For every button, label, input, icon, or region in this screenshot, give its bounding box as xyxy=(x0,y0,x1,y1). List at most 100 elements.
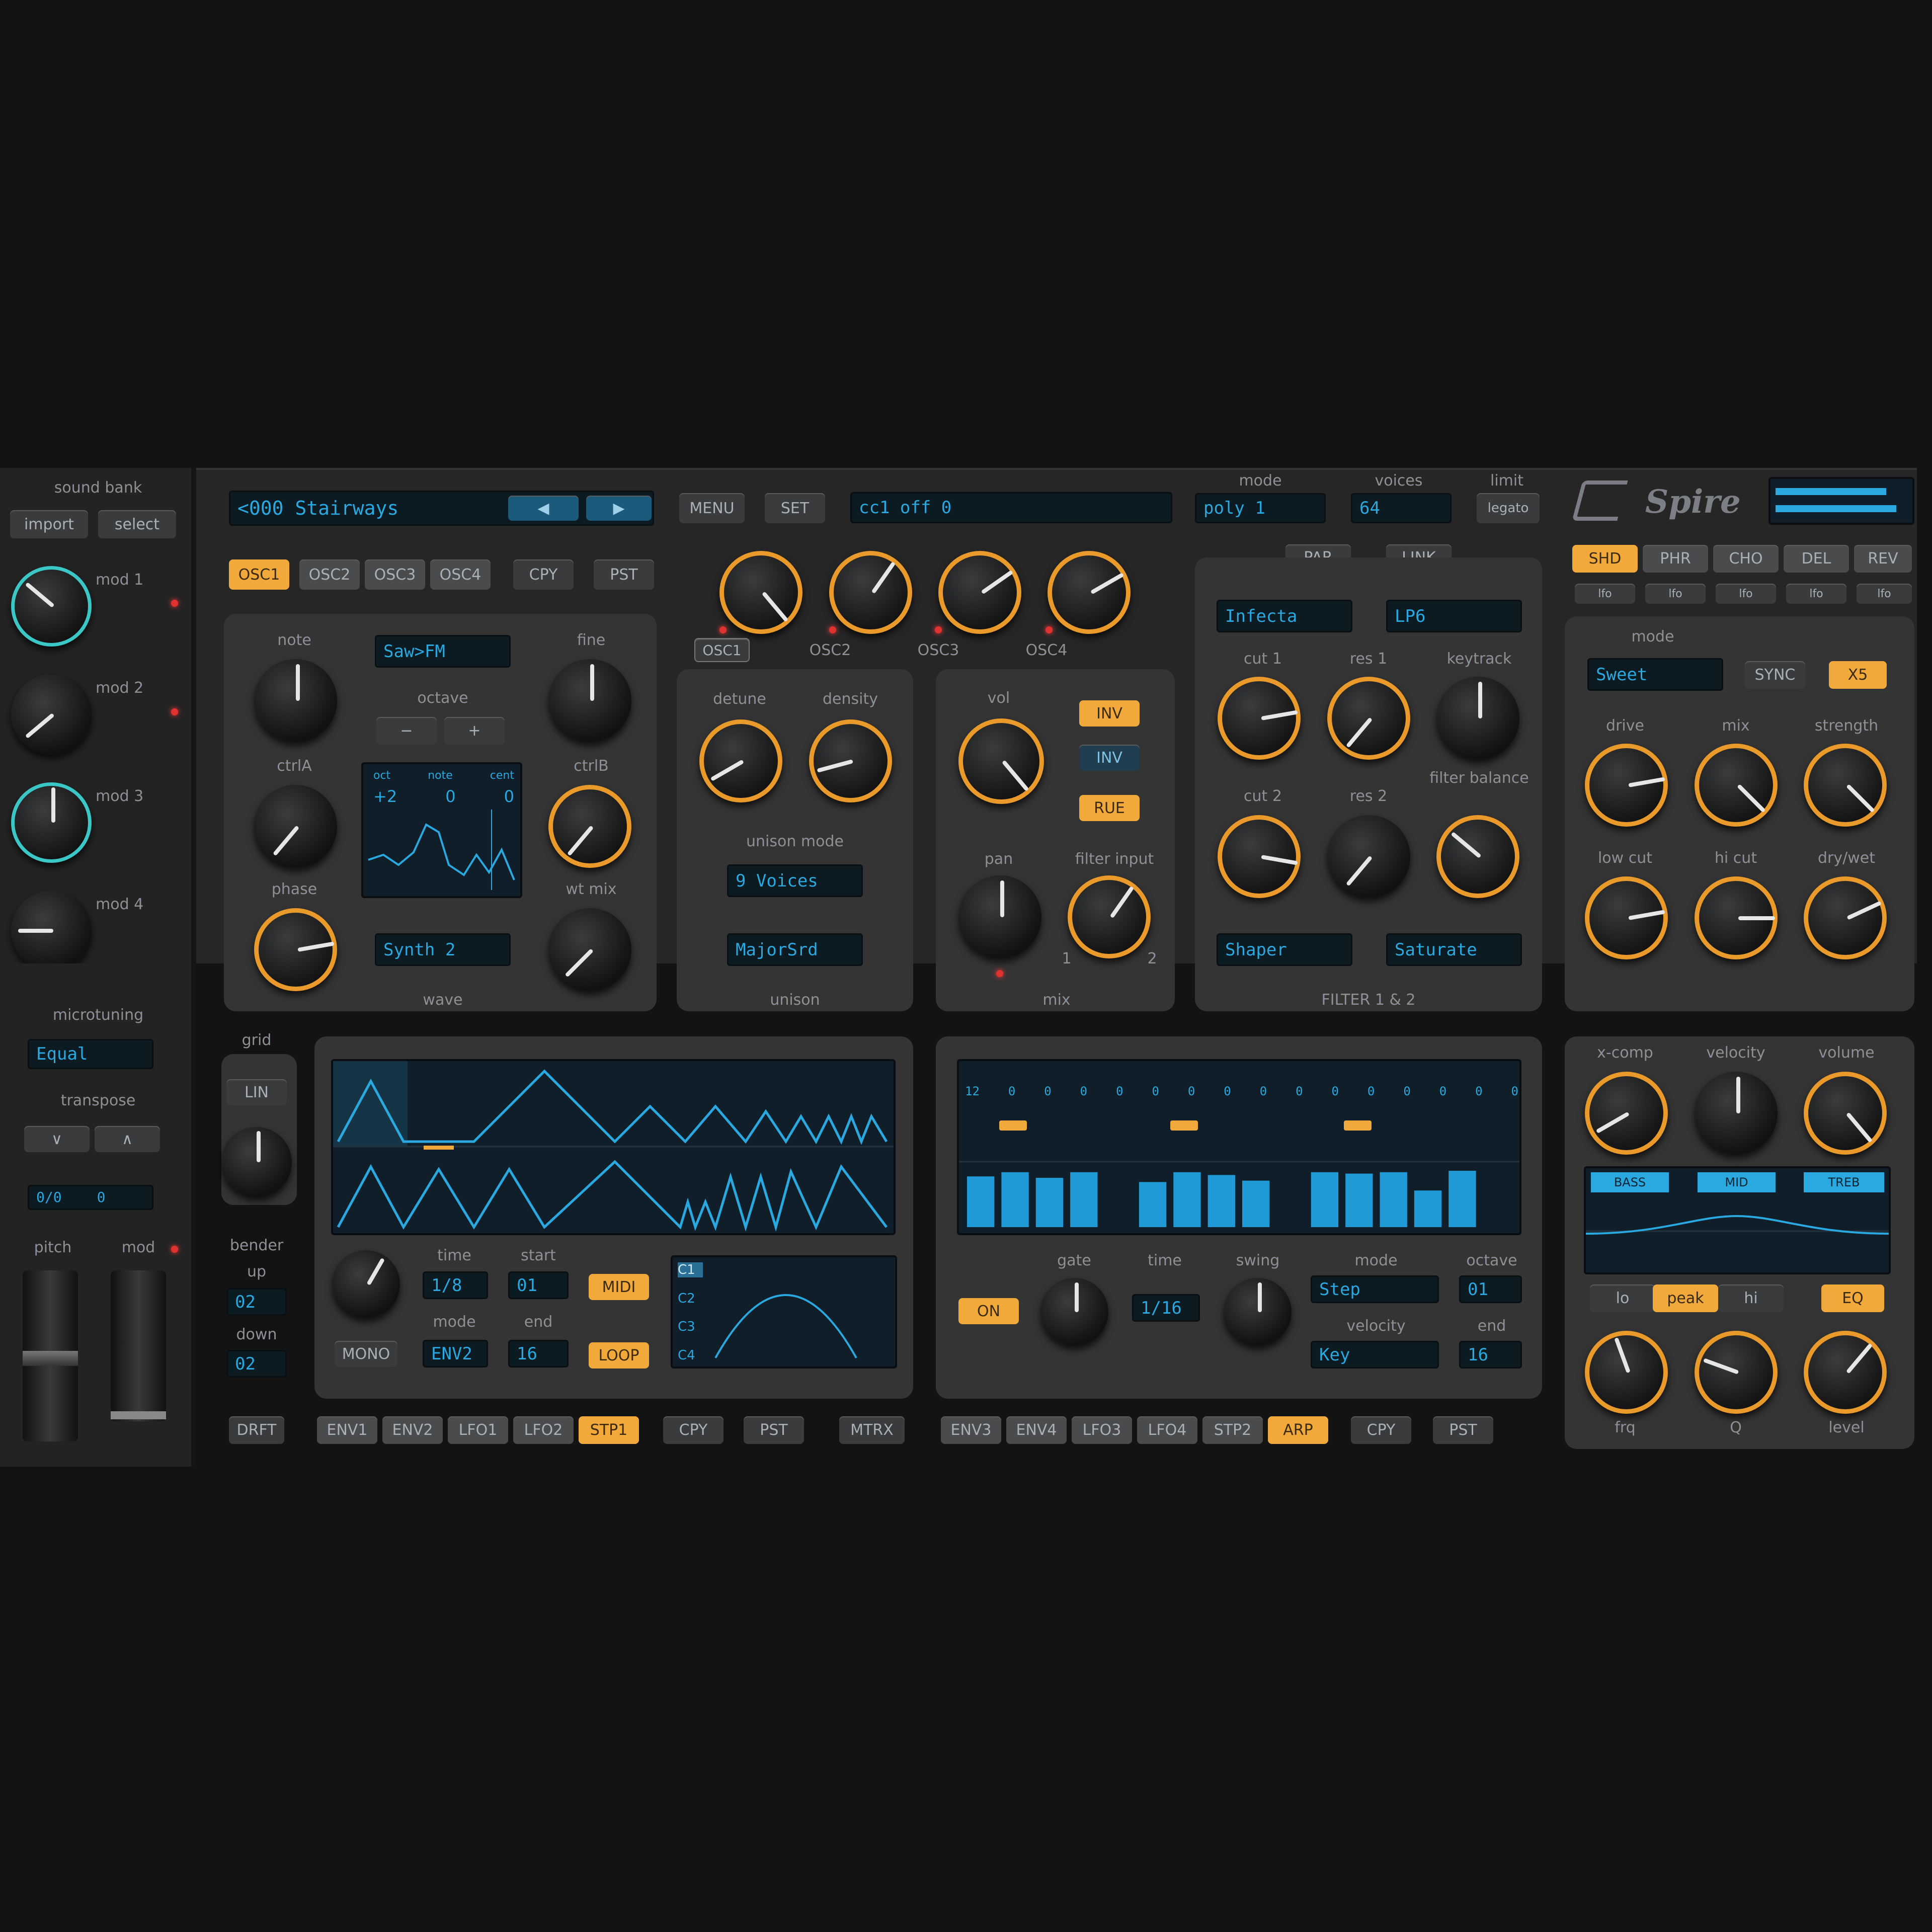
mod-wheel-handle[interactable] xyxy=(111,1411,166,1419)
tab-osc2[interactable]: OSC2 xyxy=(299,559,360,590)
import-button[interactable]: import xyxy=(10,510,88,538)
tab-lfo4[interactable]: LFO4 xyxy=(1137,1416,1197,1444)
fx-x5-button[interactable]: X5 xyxy=(1829,661,1887,689)
eq-level-knob[interactable] xyxy=(1804,1331,1887,1414)
arp-copy-button[interactable]: CPY xyxy=(1351,1416,1411,1444)
octave-down-button[interactable]: − xyxy=(376,717,437,745)
arp-step-bar[interactable] xyxy=(1242,1180,1270,1227)
fx-tab-del[interactable]: DEL xyxy=(1784,545,1849,573)
arp-on-button[interactable]: ON xyxy=(958,1298,1019,1324)
filter1-mode-display[interactable]: Shaper xyxy=(1217,933,1352,966)
midi-button[interactable]: MIDI xyxy=(589,1274,649,1300)
octave-up-button[interactable]: + xyxy=(444,717,505,745)
mod-4-knob[interactable] xyxy=(11,891,92,971)
pitch-wheel[interactable] xyxy=(23,1270,78,1441)
note-knob[interactable] xyxy=(254,659,337,742)
eq-lowshelf-button[interactable]: lo xyxy=(1590,1284,1655,1312)
volume-knob[interactable] xyxy=(1804,1072,1887,1155)
wt-mix-knob[interactable] xyxy=(548,908,631,991)
select-button[interactable]: select xyxy=(98,510,176,538)
osc2-level-knob[interactable] xyxy=(829,551,912,634)
tab-stp2[interactable]: STP2 xyxy=(1202,1416,1263,1444)
cut2-knob[interactable] xyxy=(1218,815,1301,898)
osc-copy-button[interactable]: CPY xyxy=(513,559,574,590)
osc1-enable-button[interactable]: OSC1 xyxy=(694,638,750,662)
fx-tab-rev[interactable]: REV xyxy=(1854,545,1912,573)
osc1-level-knob[interactable] xyxy=(719,551,802,634)
fx-sync-button[interactable]: SYNC xyxy=(1745,661,1805,689)
env-paste-button[interactable]: PST xyxy=(744,1416,804,1444)
fx-mode-display[interactable]: Sweet xyxy=(1587,658,1723,691)
arp-velocity-display[interactable]: Key xyxy=(1311,1341,1439,1369)
arp-step-bar[interactable] xyxy=(1345,1173,1373,1227)
preset-prev-button[interactable]: ◀ xyxy=(508,496,579,521)
arp-step-bar[interactable] xyxy=(1448,1171,1476,1227)
mode-display[interactable]: poly 1 xyxy=(1195,493,1326,523)
tab-stp1[interactable]: STP1 xyxy=(579,1416,639,1444)
unison-voices-display[interactable]: 9 Voices xyxy=(727,864,863,897)
env-end-display[interactable]: 16 xyxy=(508,1340,569,1367)
inv-button-1[interactable]: INV xyxy=(1079,700,1140,727)
transpose-down-button[interactable]: ∨ xyxy=(24,1126,90,1152)
inv-button-2[interactable]: INV xyxy=(1079,745,1140,771)
legato-button[interactable]: legato xyxy=(1477,493,1540,523)
arp-step-bar[interactable] xyxy=(1001,1172,1029,1227)
drive-knob[interactable] xyxy=(1585,744,1668,827)
tab-lfo3[interactable]: LFO3 xyxy=(1072,1416,1132,1444)
arp-step-bar[interactable] xyxy=(1035,1178,1064,1227)
fx-sub-4[interactable]: lfo xyxy=(1786,584,1846,604)
filter-input-knob[interactable] xyxy=(1068,875,1151,958)
transpose-display[interactable]: 0/0 0 xyxy=(28,1185,153,1210)
preset-next-button[interactable]: ▶ xyxy=(586,496,652,521)
fx-tab-phr[interactable]: PHR xyxy=(1643,545,1708,573)
filter-balance-knob[interactable] xyxy=(1436,815,1519,898)
eq-peak-button[interactable]: peak xyxy=(1653,1284,1718,1312)
osc3-level-knob[interactable] xyxy=(938,551,1021,634)
env-mode-display[interactable]: ENV2 xyxy=(423,1340,488,1367)
tab-env3[interactable]: ENV3 xyxy=(941,1416,1001,1444)
low-cut-knob[interactable] xyxy=(1585,876,1668,959)
dry-wet-knob[interactable] xyxy=(1804,876,1887,959)
midi-learn-display[interactable]: cc1 off 0 xyxy=(850,492,1172,523)
arp-step-bar[interactable] xyxy=(1070,1172,1098,1227)
unison-chord-display[interactable]: MajorSrd xyxy=(727,933,863,966)
arp-step-bar[interactable] xyxy=(1208,1175,1235,1227)
env-amount-knob[interactable] xyxy=(332,1250,400,1318)
ctrlb-knob[interactable] xyxy=(548,785,631,868)
env-time-display[interactable]: 1/8 xyxy=(423,1271,488,1299)
mono-button[interactable]: MONO xyxy=(335,1341,397,1367)
env-start-display[interactable]: 01 xyxy=(508,1271,569,1299)
eq-highshelf-button[interactable]: hi xyxy=(1718,1284,1784,1312)
osc2-enable-label[interactable]: OSC2 xyxy=(805,641,855,659)
arp-gate-knob[interactable] xyxy=(1040,1278,1108,1346)
res1-knob[interactable] xyxy=(1327,677,1410,760)
keytrack-knob[interactable] xyxy=(1436,677,1519,760)
arp-step-bar[interactable] xyxy=(1414,1190,1442,1227)
env-copy-button[interactable]: CPY xyxy=(663,1416,723,1444)
grid-knob[interactable] xyxy=(221,1127,292,1197)
microtuning-display-2[interactable]: Equal xyxy=(28,1039,153,1069)
set-button[interactable]: SET xyxy=(765,493,825,523)
fx-sub-3[interactable]: lfo xyxy=(1716,584,1776,604)
tab-osc3[interactable]: OSC3 xyxy=(365,559,425,590)
arp-swing-knob[interactable] xyxy=(1224,1278,1292,1346)
tab-env1[interactable]: ENV1 xyxy=(317,1416,377,1444)
osc4-enable-label[interactable]: OSC4 xyxy=(1021,641,1072,659)
fx-sub-2[interactable]: lfo xyxy=(1645,584,1706,604)
arp-step-bar[interactable] xyxy=(967,1176,995,1227)
mod-2-knob[interactable] xyxy=(11,674,92,755)
eq-tag-mid[interactable]: MID xyxy=(1698,1172,1776,1192)
eq-freq-knob[interactable] xyxy=(1585,1331,1668,1414)
osc-paste-button[interactable]: PST xyxy=(594,559,654,590)
bender-down-display[interactable]: 02 xyxy=(226,1350,287,1378)
fx-tab-shd[interactable]: SHD xyxy=(1572,545,1638,573)
filter1-type-display[interactable]: Infecta xyxy=(1217,600,1352,632)
rue-button[interactable]: RUE xyxy=(1079,795,1140,821)
arp-step-bar[interactable] xyxy=(1380,1172,1407,1227)
fx-tab-cho[interactable]: CHO xyxy=(1713,545,1779,573)
eq-enable-button[interactable]: EQ xyxy=(1821,1284,1884,1312)
tab-osc1[interactable]: OSC1 xyxy=(229,559,289,590)
osc3-enable-label[interactable]: OSC3 xyxy=(913,641,963,659)
cut1-knob[interactable] xyxy=(1218,677,1301,760)
arp-paste-button[interactable]: PST xyxy=(1433,1416,1493,1444)
